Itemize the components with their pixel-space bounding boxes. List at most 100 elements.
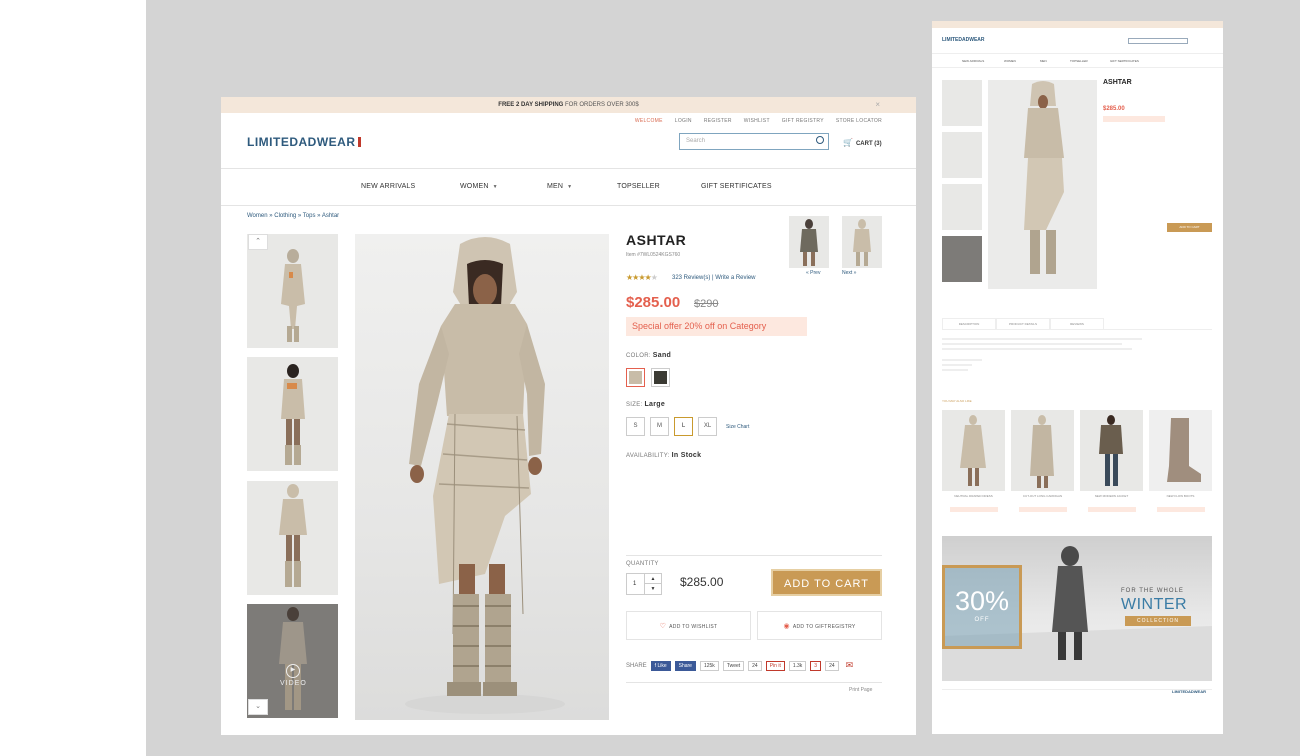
model-thumbnail-image [281,364,305,465]
nav-women-label: WOMEN [460,183,489,190]
nav-women[interactable]: WOMEN ▼ [460,183,498,190]
share-label: SHARE [626,662,647,669]
share-bar: SHARE f Like Share 125k Tweet 24 Pin it … [626,659,857,672]
utility-welcome: WELCOME [634,118,663,124]
thumbnail-1[interactable] [247,234,338,348]
size-option-m[interactable]: M [650,417,669,436]
product-price: $285.00 [626,294,681,311]
nav-new-arrivals[interactable]: NEW ARRIVALS [361,183,415,190]
chevron-down-icon[interactable]: ▼ [645,584,661,594]
search-placeholder: Search [686,138,706,144]
chevron-down-icon[interactable]: ⌄ [248,699,268,715]
product-title: ASHTAR [626,232,687,248]
banner-for-the-whole: FOR THE WHOLE [1121,588,1184,594]
utility-register[interactable]: REGISTER [704,118,732,124]
banner-winter: WINTER [1121,596,1188,613]
thumbnail-2[interactable] [247,357,338,471]
chevron-up-icon[interactable]: ▲ [645,574,661,584]
thumbnail-3[interactable] [247,481,338,595]
shipping-banner-bold: FREE 2 DAY SHIPPING [498,102,564,108]
size-option-s[interactable]: S [626,417,645,436]
utility-gift-registry[interactable]: GIFT REGISTRY [782,118,824,124]
size-chart-link[interactable]: Size Chart [726,424,749,430]
size-option-l[interactable]: L [674,417,693,436]
nav-gift-certificates[interactable]: GIFT SERTIFICATES [701,183,772,190]
nav-mini-item: TOPSELLER [1070,59,1088,63]
add-to-wishlist-button[interactable]: ♡ ADD TO WISHLIST [626,611,751,640]
boot-image [1167,418,1201,482]
mini-product-button [1157,507,1205,512]
facebook-share-button[interactable]: Share [674,660,696,671]
shipping-banner-text: FOR ORDERS OVER 300$ [565,102,639,108]
reviews-count[interactable]: 323 Review(s) [672,275,710,281]
mini-text-line [942,369,968,371]
mini-product-card [1080,410,1143,491]
chevron-up-icon[interactable]: ⌃ [248,234,268,250]
mini-tab: PRODUCT DETAILS [996,318,1050,330]
color-label: COLOR: Sand [626,352,671,359]
chevron-down-icon: ▼ [492,184,498,190]
product-page-mockup: FREE 2 DAY SHIPPING FOR ORDERS OVER 300$… [221,97,916,735]
giftregistry-label: ADD TO GIFTREGISTRY [792,624,856,630]
utility-wishlist[interactable]: WISHLIST [744,118,770,124]
tweet-button[interactable]: Tweet [722,660,745,671]
quantity-label: QUANTITY [626,561,659,567]
quantity-value[interactable]: 1 [633,581,636,587]
mini-offer-badge [1103,116,1165,122]
model-thumbnail-image [960,415,986,486]
winter-promo-banner: 30% OFF FOR THE WHOLE WINTER COLLECTION [942,536,1212,681]
mini-product-card [942,410,1005,491]
model-thumbnail-image [279,484,307,587]
mini-product-button [1088,507,1136,512]
add-to-cart-button[interactable]: ADD TO CART [771,569,882,596]
prev-link[interactable]: « Prev [806,270,820,276]
add-to-giftregistry-button[interactable]: ◉ ADD TO GIFTREGISTRY [757,611,882,640]
model-thumbnail-image [853,219,871,266]
related-image-2[interactable] [842,216,882,268]
color-swatch-dark[interactable] [651,368,670,387]
print-page-link[interactable]: Print Page [849,687,872,693]
search-icon[interactable] [816,136,824,144]
star-empty-icon: ★ [650,273,658,282]
utility-login[interactable]: LOGIN [675,118,692,124]
mail-icon[interactable]: ✉ [842,659,857,672]
model-thumbnail-image [800,219,818,266]
discount-percent: 30% [954,586,1010,616]
swatch-fill [654,371,667,384]
site-logo[interactable]: LIMITEDADWEAR [247,135,361,149]
mini-product-card [1011,410,1074,491]
mini-product-button [1019,507,1067,512]
mini-thumbnail [942,236,982,282]
size-option-xl[interactable]: XL [698,417,717,436]
star-icon: ★★★★ [626,273,652,282]
discount-off: OFF [974,617,990,623]
nav-men[interactable]: MEN ▼ [547,183,572,190]
quantity-stepper[interactable]: 1 ▲ ▼ [626,573,662,595]
pinterest-button[interactable]: Pin it [765,660,785,671]
rating-stars: ★★★★★ [626,273,658,282]
color-swatch-sand[interactable] [626,368,645,387]
utility-store-locator[interactable]: STORE LOCATOR [836,118,882,124]
googleplus-button[interactable]: 3 [810,660,822,671]
next-link[interactable]: Next » [842,270,856,276]
color-label-text: COLOR: [626,353,651,359]
breadcrumb[interactable]: Women » Clothing » Tops » Ashtar [247,213,339,219]
swatch-fill [629,371,642,384]
facebook-count: 125k [699,660,719,671]
mini-thumbnail [942,184,982,230]
nav-mini-item: NEW ARRIVALS [962,59,985,63]
cart-link[interactable]: 🛒 CART (3) [843,138,882,147]
mini-hero-image [988,80,1097,289]
search-input[interactable]: Search [679,133,829,150]
mini-text-line [942,348,1132,350]
reviews-link[interactable]: 323 Review(s) | Write a Review [672,275,756,281]
facebook-like-button[interactable]: f Like [650,660,671,671]
availability-value: In Stock [671,452,702,459]
write-review-link[interactable]: Write a Review [715,275,755,281]
logo-text: LIMITEDADWEAR [247,135,356,149]
product-main-image[interactable] [355,234,609,720]
close-icon[interactable]: × [875,97,880,113]
mini-product-name: CUT-OUT LONG CARDIGAN [1022,494,1063,498]
related-image-1[interactable] [789,216,829,268]
nav-topseller[interactable]: TOPSELLER [617,183,660,190]
